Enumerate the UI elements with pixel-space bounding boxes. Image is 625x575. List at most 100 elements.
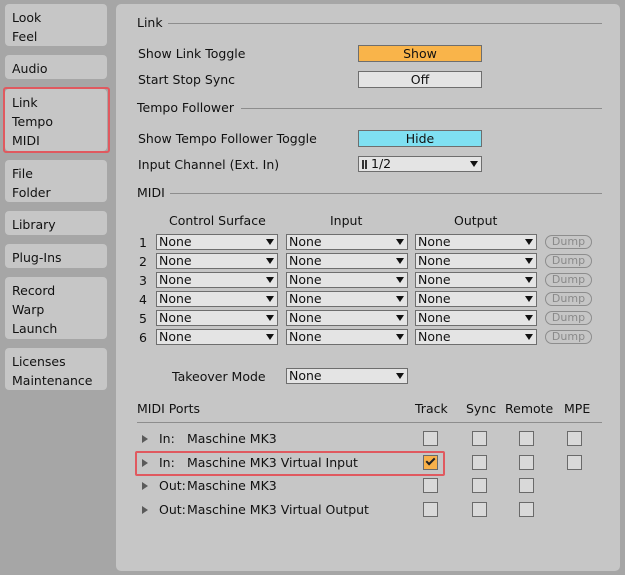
midi-input-dropdown[interactable]: None <box>286 234 408 250</box>
column-header-track: Track <box>415 401 448 416</box>
chevron-down-icon <box>525 277 533 283</box>
show-link-toggle-button[interactable]: Show <box>358 45 482 62</box>
port-name: Maschine MK3 Virtual Output <box>187 501 369 517</box>
sidebar-tab-record-warp-launch[interactable]: Record Warp Launch <box>5 277 107 339</box>
port-direction: Out: <box>159 478 186 493</box>
input-channel-dropdown[interactable]: 1/2 <box>358 156 482 172</box>
control-surface-dropdown[interactable]: None <box>156 234 278 250</box>
midi-output-dropdown[interactable]: None <box>415 234 537 250</box>
dropdown-value: None <box>159 253 192 268</box>
remote-checkbox[interactable] <box>519 478 534 493</box>
tab-label: Look <box>12 10 42 25</box>
track-checkbox[interactable] <box>423 431 438 446</box>
chevron-down-icon <box>396 277 404 283</box>
chevron-down-icon <box>396 334 404 340</box>
remote-checkbox[interactable] <box>519 501 534 517</box>
sync-checkbox[interactable] <box>472 501 487 517</box>
selection-highlight <box>3 87 110 153</box>
sidebar-tab-audio[interactable]: Audio <box>5 55 107 79</box>
dropdown-value: None <box>418 291 451 306</box>
dropdown-value: None <box>289 310 322 325</box>
column-header-output: Output <box>454 213 498 228</box>
remote-checkbox[interactable] <box>519 431 534 446</box>
midi-output-dropdown[interactable]: None <box>415 291 537 307</box>
chevron-down-icon <box>525 258 533 264</box>
start-stop-sync-label: Start Stop Sync <box>138 72 236 87</box>
chevron-down-icon <box>266 239 274 245</box>
port-name: Maschine MK3 <box>187 478 277 493</box>
midi-row-number: 3 <box>139 273 147 288</box>
midi-output-dropdown[interactable]: None <box>415 253 537 269</box>
sync-checkbox[interactable] <box>472 431 487 446</box>
chevron-down-icon <box>266 334 274 340</box>
expand-triangle-icon[interactable] <box>142 482 148 490</box>
midi-output-dropdown[interactable]: None <box>415 310 537 326</box>
midi-port-label: Out:Maschine MK3 Virtual Output <box>159 502 369 517</box>
sidebar-tab-look-feel[interactable]: Look Feel <box>5 4 107 46</box>
control-surface-dropdown[interactable]: None <box>156 253 278 269</box>
midi-input-dropdown[interactable]: None <box>286 291 408 307</box>
tab-label: Library <box>12 217 56 232</box>
midi-input-dropdown[interactable]: None <box>286 253 408 269</box>
section-heading-link: Link <box>137 15 163 30</box>
midi-input-dropdown[interactable]: None <box>286 272 408 288</box>
chevron-down-icon <box>525 334 533 340</box>
dump-button[interactable]: Dump <box>545 292 592 306</box>
input-channel-label: Input Channel (Ext. In) <box>138 157 280 172</box>
dropdown-value: None <box>418 310 451 325</box>
dropdown-value: None <box>289 253 322 268</box>
expand-triangle-icon[interactable] <box>142 505 148 514</box>
dump-button[interactable]: Dump <box>545 311 592 325</box>
remote-checkbox[interactable] <box>519 454 534 470</box>
takeover-mode-label: Takeover Mode <box>172 369 266 384</box>
dump-button[interactable]: Dump <box>545 330 592 344</box>
dropdown-value: None <box>289 234 322 249</box>
sync-checkbox[interactable] <box>472 478 487 493</box>
midi-port-label: In: Maschine MK3 <box>159 431 277 446</box>
dump-button[interactable]: Dump <box>545 235 592 249</box>
divider <box>168 23 602 24</box>
control-surface-dropdown[interactable]: None <box>156 272 278 288</box>
takeover-mode-dropdown[interactable]: None <box>286 368 408 384</box>
dropdown-value: None <box>418 272 451 287</box>
mpe-checkbox[interactable] <box>567 431 582 446</box>
chevron-down-icon <box>470 161 478 167</box>
midi-input-dropdown[interactable]: None <box>286 310 408 326</box>
sidebar-tab-licenses-maintenance[interactable]: Licenses Maintenance <box>5 348 107 390</box>
midi-port-label: Out:Maschine MK3 <box>159 478 277 493</box>
control-surface-dropdown[interactable]: None <box>156 310 278 326</box>
midi-input-dropdown[interactable]: None <box>286 329 408 345</box>
show-tempo-follower-toggle-button[interactable]: Hide <box>358 130 482 147</box>
control-surface-dropdown[interactable]: None <box>156 329 278 345</box>
dropdown-value: None <box>418 234 451 249</box>
track-checkbox[interactable] <box>423 501 438 517</box>
show-tempo-follower-toggle-label: Show Tempo Follower Toggle <box>138 131 317 146</box>
column-header-sync: Sync <box>466 401 497 416</box>
sidebar-tab-file-folder[interactable]: File Folder <box>5 160 107 202</box>
midi-row-number: 6 <box>139 330 147 345</box>
mpe-checkbox[interactable] <box>567 454 582 470</box>
dropdown-value: None <box>289 329 322 344</box>
midi-output-dropdown[interactable]: None <box>415 329 537 345</box>
dump-button[interactable]: Dump <box>545 254 592 268</box>
dropdown-value: None <box>159 310 192 325</box>
midi-row-number: 5 <box>139 311 147 326</box>
chevron-down-icon <box>266 258 274 264</box>
divider <box>241 108 602 109</box>
dump-button[interactable]: Dump <box>545 273 592 287</box>
column-header-remote: Remote <box>505 401 554 416</box>
sidebar-tab-library[interactable]: Library <box>5 211 107 235</box>
port-direction: In: <box>159 431 175 446</box>
tab-label: Folder <box>12 185 51 200</box>
dropdown-value: None <box>289 291 322 306</box>
sync-checkbox[interactable] <box>472 454 487 470</box>
takeover-mode-value: None <box>289 368 322 383</box>
control-surface-dropdown[interactable]: None <box>156 291 278 307</box>
sidebar-tab-plug-ins[interactable]: Plug-Ins <box>5 244 107 268</box>
track-checkbox[interactable] <box>423 478 438 493</box>
start-stop-sync-button[interactable]: Off <box>358 71 482 88</box>
expand-triangle-icon[interactable] <box>142 435 148 443</box>
dropdown-value: None <box>418 253 451 268</box>
midi-output-dropdown[interactable]: None <box>415 272 537 288</box>
tab-label: Warp <box>12 302 45 317</box>
